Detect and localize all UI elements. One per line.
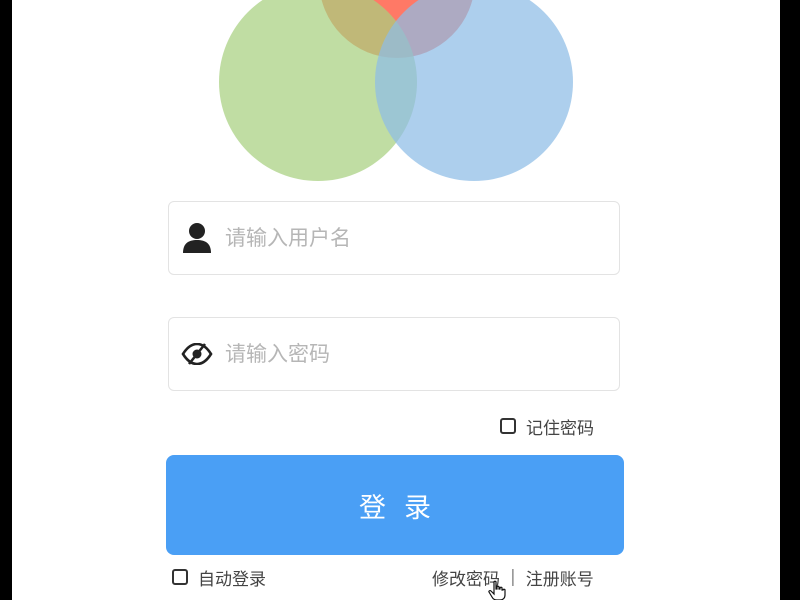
venn-logo-graphic [219, 0, 573, 181]
account-links: 修改密码 | 注册账号 [432, 565, 594, 590]
login-button[interactable]: 登录 [166, 455, 624, 555]
remember-password-option[interactable]: 记住密码 [500, 414, 594, 439]
auto-login-checkbox[interactable] [172, 569, 188, 585]
eye-slash-icon[interactable] [169, 317, 225, 391]
remember-password-checkbox[interactable] [500, 418, 516, 434]
user-icon [169, 201, 225, 275]
login-page: 记住密码 登录 自动登录 修改密码 | 注册账号 [12, 0, 780, 600]
app-logo [12, 0, 780, 200]
password-field[interactable] [168, 317, 620, 391]
hand-cursor-icon [488, 580, 506, 600]
auto-login-option[interactable]: 自动登录 [172, 565, 266, 590]
link-separator: | [510, 567, 516, 587]
register-account-link[interactable]: 注册账号 [526, 565, 594, 590]
remember-password-label: 记住密码 [526, 418, 594, 439]
logo-circle-blue [375, 0, 573, 181]
password-input[interactable] [225, 334, 619, 374]
username-input[interactable] [225, 218, 619, 258]
username-field[interactable] [168, 201, 620, 275]
auto-login-label: 自动登录 [198, 569, 266, 590]
